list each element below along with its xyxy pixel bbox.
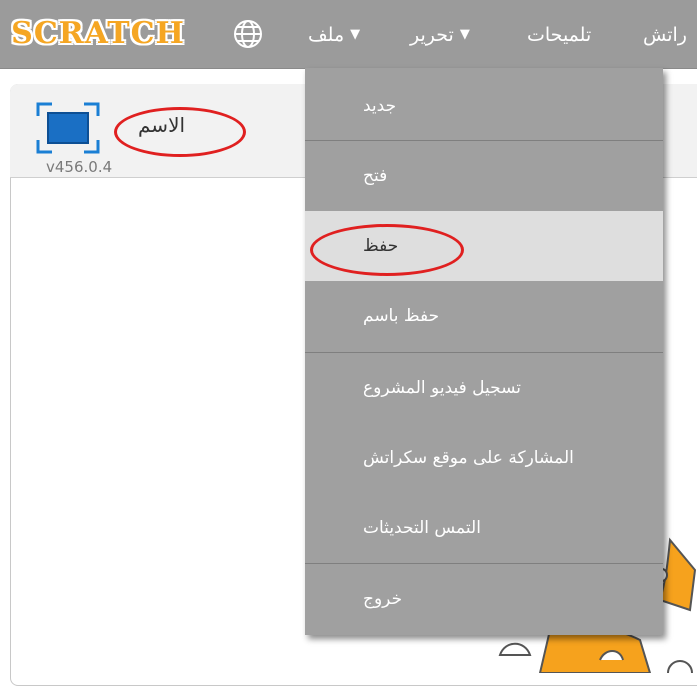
globe-icon[interactable] xyxy=(228,18,268,50)
menu-tips-label: تلميحات xyxy=(527,24,592,46)
menu-item-new[interactable]: جديد xyxy=(305,71,663,141)
menu-edit[interactable]: ▼ تحرير xyxy=(410,20,470,50)
file-menu-dropdown: جديد فتح حفظ حفظ باسم تسجيل فيديو المشرو… xyxy=(305,68,663,635)
menu-edit-label: تحرير xyxy=(410,24,454,46)
fullscreen-icon[interactable] xyxy=(36,102,100,154)
annotation-circle xyxy=(114,107,246,157)
menu-about-label: راتش xyxy=(643,24,687,46)
version-label: v456.0.4 xyxy=(46,158,113,176)
menu-tips[interactable]: تلميحات xyxy=(527,20,591,50)
dropdown-arrow-icon: ▼ xyxy=(459,27,470,42)
dropdown-arrow-icon: ▼ xyxy=(350,27,361,42)
menu-about[interactable]: راتش xyxy=(643,20,687,50)
menu-item-record-video[interactable]: تسجيل فيديو المشروع xyxy=(305,353,663,423)
menu-item-share[interactable]: المشاركة على موقع سكراتش xyxy=(305,423,663,493)
menu-item-save-as[interactable]: حفظ باسم xyxy=(305,281,663,351)
menu-file-label: ملف xyxy=(308,24,345,46)
menu-file[interactable]: ▼ ملف xyxy=(308,20,360,50)
scratch-logo[interactable]: SCRATCH xyxy=(11,10,184,56)
menu-bar: SCRATCH ▼ ملف ▼ تحرير تلميحات راتش xyxy=(0,0,697,69)
menu-item-check-updates[interactable]: التمس التحديثات xyxy=(305,493,663,563)
menu-item-open[interactable]: فتح xyxy=(305,141,663,211)
annotation-circle xyxy=(310,224,464,276)
menu-item-quit[interactable]: خروج xyxy=(305,564,663,634)
